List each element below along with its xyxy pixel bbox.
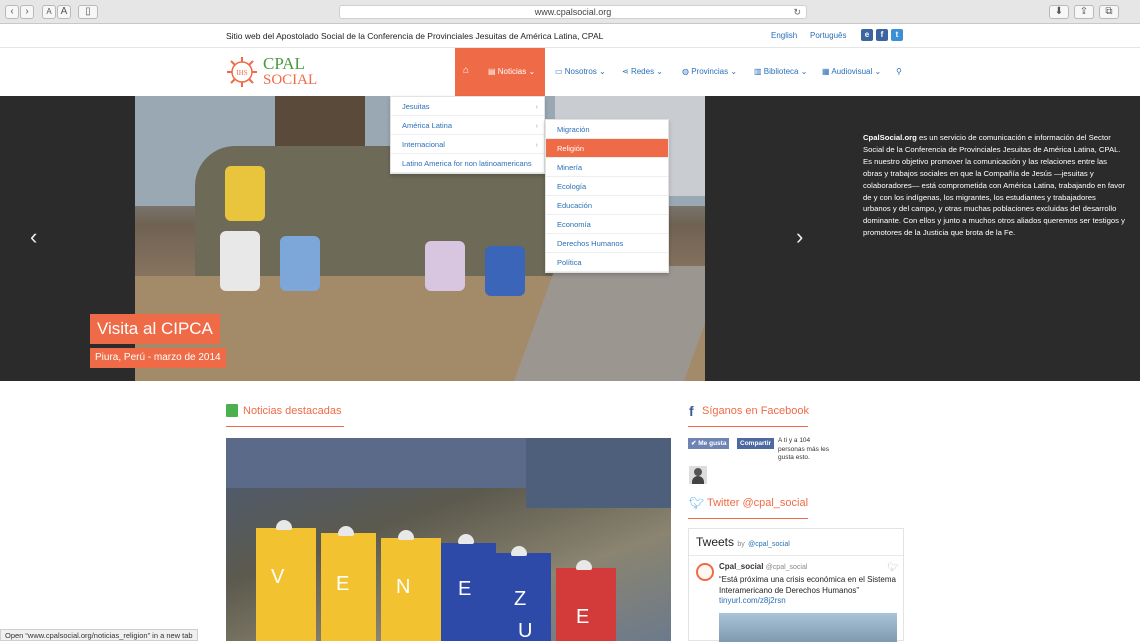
nav-audiovisual[interactable]: ▦ Audiovisual ⌄ bbox=[822, 67, 881, 76]
tabs-icon[interactable]: ⧉ bbox=[1099, 5, 1119, 19]
shirt-letter: U bbox=[518, 620, 533, 641]
submenu-item-educacion[interactable]: Educación bbox=[546, 196, 668, 215]
tweet-link[interactable]: tinyurl.com/z8j2rsn bbox=[719, 596, 786, 605]
back-icon[interactable]: ‹ bbox=[5, 5, 19, 19]
shirt-letter: N bbox=[396, 576, 411, 598]
main-nav: IHS CPAL SOCIAL ⌂ ▤ Noticias ⌄ ▭ Nosotro… bbox=[0, 48, 1140, 96]
nav-redes[interactable]: ⋖ Redes ⌄ bbox=[622, 67, 663, 76]
nav-provincias-label: Provincias bbox=[691, 67, 729, 76]
shirt-letter: Z bbox=[514, 588, 527, 610]
address-bar[interactable]: www.cpalsocial.org ↻ bbox=[339, 5, 807, 19]
twitter-widget: Tweets by @cpal_social Cpal_social @cpal… bbox=[688, 528, 904, 642]
tweet-media-image[interactable] bbox=[719, 613, 897, 642]
dropdown-item-latino-america[interactable]: Latino America for non latinoamericans bbox=[391, 154, 544, 173]
dropdown-item-america-latina[interactable]: América Latina › bbox=[391, 116, 544, 135]
text-larger-icon[interactable]: A bbox=[57, 5, 71, 19]
lang-portugues-link[interactable]: Português bbox=[810, 31, 846, 40]
hero-description: CpalSocial.org es un servicio de comunic… bbox=[863, 132, 1125, 239]
download-icon[interactable]: ⬇ bbox=[1049, 5, 1069, 19]
fb-like-button[interactable]: ✔ Me gusta bbox=[688, 438, 730, 449]
fb-like-count: A ti y a 104 personas más les gusta esto… bbox=[778, 437, 829, 461]
slider-next-icon[interactable]: › bbox=[796, 224, 803, 250]
twitter-bird-icon: 🐦︎ bbox=[689, 496, 705, 510]
hero-description-body: es un servicio de comunicación e informa… bbox=[863, 133, 1125, 238]
facebook-icon[interactable]: f bbox=[876, 29, 888, 41]
logo-text[interactable]: CPAL SOCIAL bbox=[263, 54, 318, 88]
nav-noticias-label: ▤ Noticias ⌄ bbox=[488, 67, 536, 76]
hero-caption-subtitle: Piura, Perú - marzo de 2014 bbox=[90, 348, 226, 368]
featured-news-image[interactable]: V E N E Z U E bbox=[226, 438, 671, 641]
noticias-dropdown: Jesuitas › América Latina › Internacional ›… bbox=[390, 96, 545, 174]
hero-caption-title[interactable]: Visita al CIPCA bbox=[90, 314, 220, 344]
nav-noticias[interactable]: ⌂ ▤ Noticias ⌄ bbox=[455, 48, 545, 96]
news-list-icon bbox=[226, 404, 238, 417]
submenu-item-religion[interactable]: Religión bbox=[546, 139, 668, 158]
tweets-handle-link[interactable]: @cpal_social bbox=[748, 541, 790, 548]
dropdown-item-internacional[interactable]: Internacional › bbox=[391, 135, 544, 154]
slider-prev-icon[interactable]: ‹ bbox=[30, 224, 37, 250]
submenu-item-mineria[interactable]: Minería bbox=[546, 158, 668, 177]
nav-biblioteca[interactable]: ▥ Biblioteca ⌄ bbox=[754, 67, 807, 76]
tweet-author-avatar[interactable] bbox=[696, 563, 714, 581]
home-icon[interactable]: ⌂ bbox=[463, 65, 469, 76]
logo-seal-icon[interactable]: IHS bbox=[226, 56, 258, 88]
submenu-item-politica[interactable]: Política bbox=[546, 253, 668, 272]
submenu-item-migracion[interactable]: Migración bbox=[546, 120, 668, 139]
twitter-section-title: Twitter @cpal_social bbox=[707, 497, 809, 509]
share-icon[interactable]: ⇪ bbox=[1074, 5, 1094, 19]
forward-icon[interactable]: › bbox=[20, 5, 34, 19]
browser-toolbar: ‹ › A A ▯ www.cpalsocial.org ↻ ⬇ ⇪ ⧉ bbox=[0, 0, 1140, 24]
logo-line2: SOCIAL bbox=[263, 72, 318, 88]
sidebar-icon[interactable]: ▯ bbox=[78, 5, 98, 19]
twitter-icon[interactable]: t bbox=[891, 29, 903, 41]
text-smaller-icon[interactable]: A bbox=[42, 5, 56, 19]
dropdown-item-jesuitas[interactable]: Jesuitas › bbox=[391, 97, 544, 116]
shirt-letter: E bbox=[336, 573, 350, 595]
nav-redes-label: Redes bbox=[630, 67, 655, 76]
site-tagline: Sitio web del Apostolado Social de la Co… bbox=[226, 31, 604, 41]
nav-biblioteca-label: Biblioteca bbox=[763, 67, 799, 76]
logo-line1: CPAL bbox=[263, 54, 305, 73]
facebook-underline bbox=[688, 426, 808, 427]
tweet-text: “Está próxima una crisis económica en el… bbox=[719, 575, 896, 595]
america-latina-submenu: Migración Religión Minería Ecología Educ… bbox=[545, 119, 669, 273]
noticias-underline bbox=[226, 426, 344, 427]
shirt-letter: V bbox=[271, 566, 285, 588]
browser-status-bar: Open “www.cpalsocial.org/noticias_religi… bbox=[0, 629, 198, 641]
tweets-header: Tweets by @cpal_social bbox=[696, 535, 790, 549]
reload-icon[interactable]: ↻ bbox=[793, 6, 801, 18]
facebook-section-title: Síganos en Facebook bbox=[702, 405, 810, 417]
search-icon[interactable]: ⚲ bbox=[896, 67, 902, 76]
fb-friend-avatar[interactable] bbox=[689, 466, 707, 484]
noticias-section-title: Noticias destacadas bbox=[243, 405, 342, 417]
fb-share-button[interactable]: Compartir bbox=[737, 438, 775, 449]
nav-nosotros[interactable]: ▭ Nosotros ⌄ bbox=[555, 67, 606, 76]
email-icon[interactable]: e bbox=[861, 29, 873, 41]
submenu-item-economia[interactable]: Economía bbox=[546, 215, 668, 234]
lang-english-link[interactable]: English bbox=[771, 31, 797, 40]
logo-seal-text: IHS bbox=[236, 69, 247, 77]
shirt-letter: E bbox=[458, 578, 472, 600]
shirt-letter: E bbox=[576, 606, 590, 628]
tweet-author[interactable]: Cpal_social @cpal_social bbox=[719, 562, 807, 571]
url-text: www.cpalsocial.org bbox=[534, 7, 612, 17]
hero-description-brand: CpalSocial.org bbox=[863, 133, 917, 142]
nav-provincias[interactable]: ◍ Provincias ⌄ bbox=[682, 67, 737, 76]
tweet-bird-icon: 🐦︎ bbox=[887, 562, 899, 572]
nav-nosotros-label: Nosotros bbox=[564, 67, 597, 76]
submenu-item-ecologia[interactable]: Ecología bbox=[546, 177, 668, 196]
site-topbar: Sitio web del Apostolado Social de la Co… bbox=[0, 24, 1140, 48]
facebook-section-icon: f bbox=[689, 403, 694, 419]
nav-audiovisual-label: Audiovisual bbox=[831, 67, 873, 76]
twitter-underline bbox=[688, 518, 808, 519]
submenu-item-derechos-humanos[interactable]: Derechos Humanos bbox=[546, 234, 668, 253]
